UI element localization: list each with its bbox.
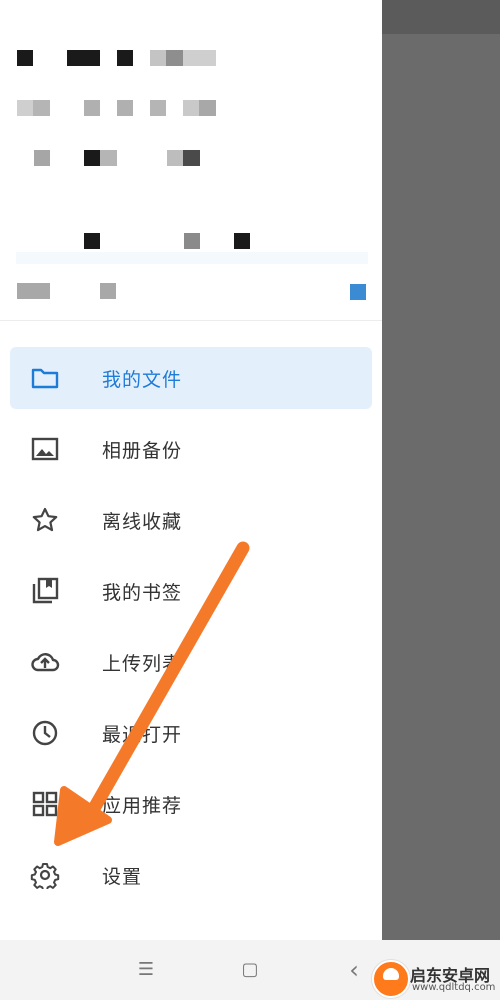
navigation-drawer: 我的文件 相册备份 离线收藏 我的书签 上传列表 最近打开 应用推荐 设置 bbox=[0, 0, 382, 940]
account-header bbox=[0, 0, 382, 320]
folder-icon bbox=[30, 364, 60, 392]
image-icon bbox=[30, 435, 60, 463]
menu-item-my-bookmarks[interactable]: 我的书签 bbox=[10, 560, 372, 622]
site-watermark: 启东安卓网 www.qdltdq.com bbox=[368, 960, 500, 1000]
redacted-block bbox=[183, 150, 200, 166]
redacted-block bbox=[199, 100, 216, 116]
redacted-block bbox=[100, 283, 116, 299]
redacted-block bbox=[84, 233, 100, 249]
menu-item-label: 最近打开 bbox=[102, 724, 183, 746]
menu-item-offline-favorites[interactable]: 离线收藏 bbox=[10, 489, 372, 551]
storage-indicator bbox=[350, 284, 366, 300]
menu-item-recently-opened[interactable]: 最近打开 bbox=[10, 702, 372, 764]
redacted-block bbox=[100, 150, 117, 166]
cloud-upload-icon bbox=[30, 648, 60, 676]
home-nav-button[interactable]: ▢ bbox=[236, 956, 264, 984]
redacted-block bbox=[84, 100, 100, 116]
back-nav-button[interactable]: ‹ bbox=[340, 956, 368, 984]
redacted-block bbox=[67, 50, 100, 66]
storage-bar-track bbox=[16, 252, 368, 264]
gear-icon bbox=[30, 861, 60, 889]
redacted-block bbox=[33, 100, 50, 116]
apps-grid-icon bbox=[30, 790, 60, 818]
menu-item-label: 设置 bbox=[102, 866, 143, 888]
redacted-block bbox=[84, 150, 100, 166]
redacted-block bbox=[17, 100, 33, 116]
menu-item-my-files[interactable]: 我的文件 bbox=[10, 347, 372, 409]
redacted-block bbox=[17, 283, 50, 299]
redacted-block bbox=[34, 150, 50, 166]
watermark-logo-icon bbox=[372, 960, 410, 998]
redacted-block bbox=[183, 50, 216, 66]
menu-item-settings[interactable]: 设置 bbox=[10, 844, 372, 906]
menu-item-label: 离线收藏 bbox=[102, 511, 183, 533]
drawer-scrim[interactable] bbox=[382, 0, 500, 940]
menu-nav-button[interactable]: ☰ bbox=[132, 956, 160, 984]
menu-item-label: 相册备份 bbox=[102, 440, 183, 462]
redacted-block bbox=[167, 150, 183, 166]
header-divider bbox=[0, 320, 382, 321]
redacted-block bbox=[183, 100, 199, 116]
star-icon bbox=[30, 506, 60, 534]
menu-item-app-recommendations[interactable]: 应用推荐 bbox=[10, 773, 372, 835]
menu-item-upload-list[interactable]: 上传列表 bbox=[10, 631, 372, 693]
redacted-block bbox=[184, 233, 200, 249]
menu-item-label: 应用推荐 bbox=[102, 795, 183, 817]
redacted-block bbox=[150, 100, 166, 116]
redacted-block bbox=[150, 50, 166, 66]
bookmark-icon bbox=[30, 577, 60, 605]
redacted-block bbox=[234, 233, 250, 249]
redacted-block bbox=[117, 100, 133, 116]
scrim-status-area bbox=[382, 0, 500, 34]
redacted-block bbox=[117, 50, 133, 66]
menu-item-label: 我的文件 bbox=[102, 369, 183, 391]
clock-icon bbox=[30, 719, 60, 747]
redacted-block bbox=[17, 50, 33, 66]
menu-item-label: 我的书签 bbox=[102, 582, 183, 604]
watermark-url: www.qdltdq.com bbox=[412, 982, 496, 993]
menu-item-label: 上传列表 bbox=[102, 653, 183, 675]
menu-item-album-backup[interactable]: 相册备份 bbox=[10, 418, 372, 480]
redacted-block bbox=[166, 50, 183, 66]
